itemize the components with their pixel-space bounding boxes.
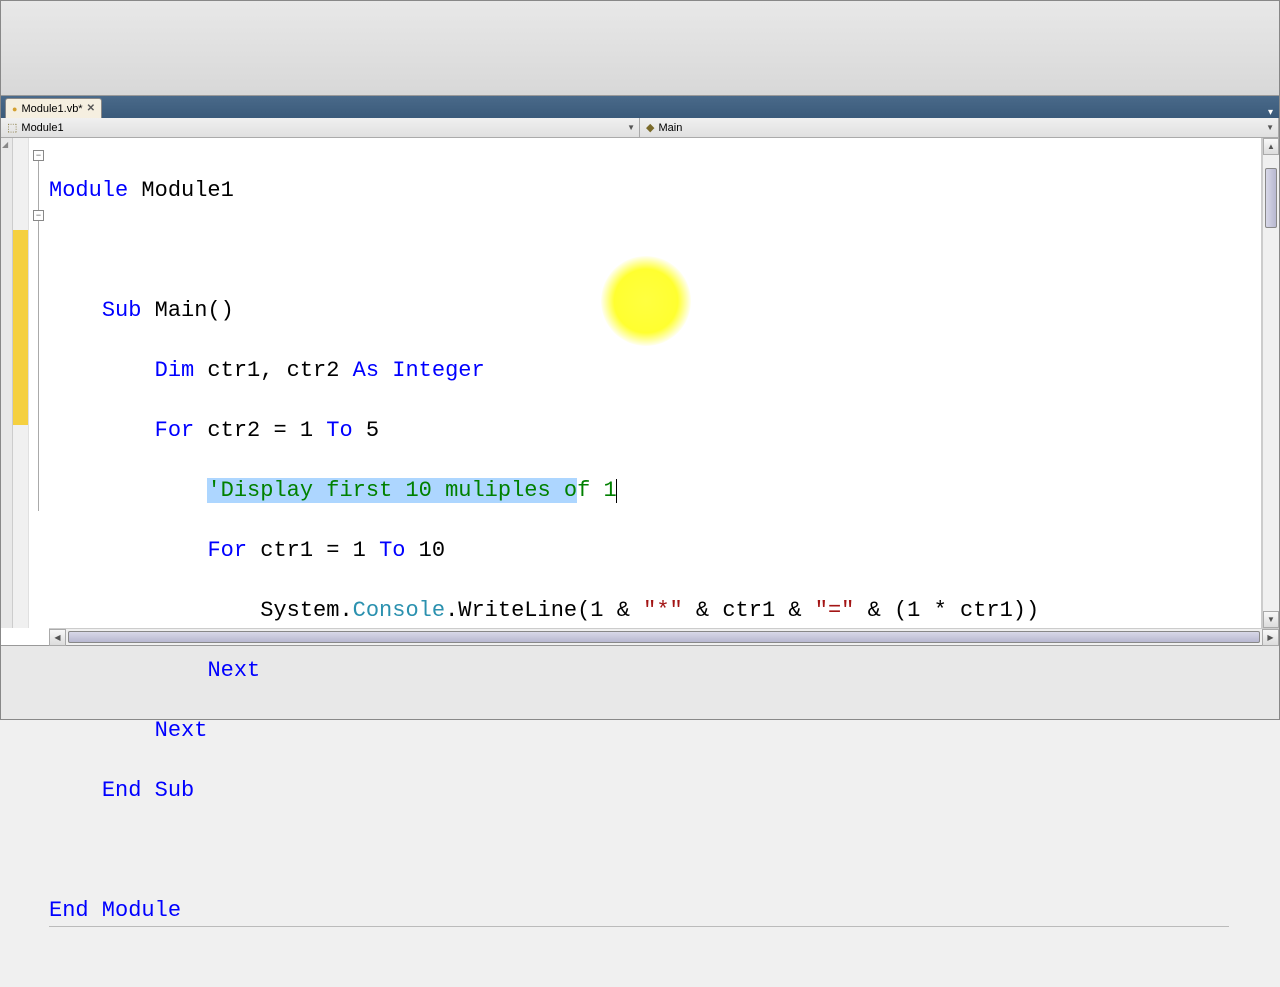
scroll-down-button[interactable]: ▼ xyxy=(1263,611,1279,628)
text-caret xyxy=(616,479,617,503)
scroll-right-button[interactable]: ▶ xyxy=(1262,629,1279,646)
code-text xyxy=(379,358,392,383)
keyword: End Sub xyxy=(102,778,194,803)
scope-type-label: Module1 xyxy=(21,122,63,134)
tab-overflow-chevron-icon[interactable]: ▾ xyxy=(1268,107,1279,118)
outlining-margin: − − xyxy=(29,138,49,628)
code-text: ctr2 = 1 xyxy=(194,418,326,443)
code-text: 5 xyxy=(353,418,379,443)
keyword: Next xyxy=(155,718,208,743)
scroll-thumb[interactable] xyxy=(1265,168,1277,228)
comment-selected: 'Display first 10 muliples o xyxy=(207,478,577,503)
module-icon: ⬚ xyxy=(7,121,17,134)
type-name: Console xyxy=(353,598,445,623)
ide-toolbar-area xyxy=(1,1,1279,96)
keyword: For xyxy=(155,418,195,443)
keyword: For xyxy=(207,538,247,563)
ide-window: ● Module1.vb* ✕ ▾ ⬚ Module1 ▼ ◆ Main ▼ −… xyxy=(0,0,1280,720)
method-icon: ◆ xyxy=(646,121,654,134)
scope-member-label: Main xyxy=(658,122,682,134)
scope-dropdown-member[interactable]: ◆ Main ▼ xyxy=(640,118,1279,137)
identifier: Module1 xyxy=(128,178,234,203)
navigation-bar: ⬚ Module1 ▼ ◆ Main ▼ xyxy=(1,118,1279,138)
fold-toggle[interactable]: − xyxy=(33,150,44,161)
scroll-up-button[interactable]: ▲ xyxy=(1263,138,1279,155)
code-editor: − − Module Module1 Sub Main() Dim ctr1, … xyxy=(1,138,1279,628)
code-text: ctr1, ctr2 xyxy=(194,358,352,383)
keyword: To xyxy=(326,418,352,443)
scope-dropdown-type[interactable]: ⬚ Module1 ▼ xyxy=(1,118,640,137)
keyword: Module xyxy=(49,178,128,203)
chevron-down-icon: ▼ xyxy=(627,123,635,132)
code-text: & (1 * ctr1)) xyxy=(854,598,1039,623)
keyword: Sub xyxy=(102,298,142,323)
vertical-scrollbar[interactable]: ▲ ▼ xyxy=(1262,138,1279,628)
tab-close-button[interactable]: ✕ xyxy=(87,103,95,114)
tab-filename: Module1.vb* xyxy=(21,103,82,115)
code-text: ctr1 = 1 xyxy=(247,538,379,563)
code-text: & ctr1 & xyxy=(683,598,815,623)
code-text: 10 xyxy=(405,538,445,563)
editor-toggle-rail[interactable] xyxy=(1,138,13,628)
code-text: .WriteLine(1 & xyxy=(445,598,643,623)
unsaved-change-marker xyxy=(13,230,28,425)
keyword: Next xyxy=(207,658,260,683)
keyword: To xyxy=(379,538,405,563)
keyword: As xyxy=(353,358,379,383)
identifier: Main() xyxy=(141,298,233,323)
code-text-area[interactable]: Module Module1 Sub Main() Dim ctr1, ctr2… xyxy=(49,138,1262,628)
comment: f 1 xyxy=(577,478,617,503)
code-text: System. xyxy=(260,598,352,623)
keyword: End Module xyxy=(49,898,181,923)
change-indicator-margin xyxy=(13,138,29,628)
document-tab[interactable]: ● Module1.vb* ✕ xyxy=(5,98,102,118)
string-literal: "*" xyxy=(643,598,683,623)
document-tab-strip: ● Module1.vb* ✕ ▾ xyxy=(1,96,1279,118)
chevron-down-icon: ▼ xyxy=(1266,123,1274,132)
type-name: Integer xyxy=(392,358,484,383)
fold-toggle[interactable]: − xyxy=(33,210,44,221)
tab-pin-icon: ● xyxy=(12,104,17,114)
string-literal: "=" xyxy=(815,598,855,623)
keyword: Dim xyxy=(155,358,195,383)
